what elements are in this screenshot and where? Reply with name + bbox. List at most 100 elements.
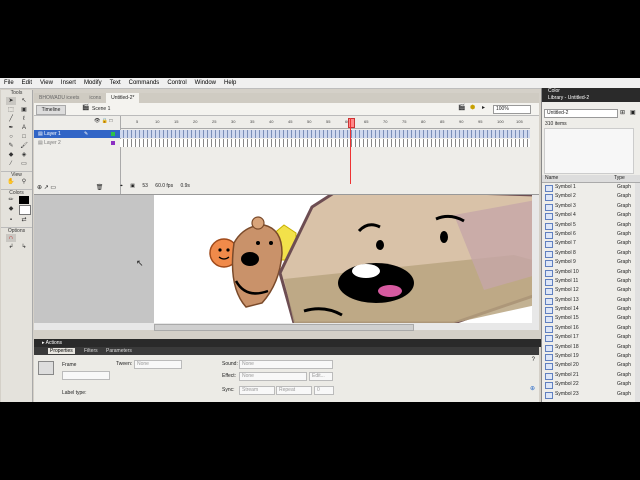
layer-row-1[interactable]: ▤ Layer 1 ✎ xyxy=(34,130,120,138)
library-item[interactable]: Symbol 8 Graph xyxy=(542,249,634,258)
line-tool-icon[interactable]: ╱ xyxy=(6,115,16,123)
pasteboard[interactable]: ↖ xyxy=(34,195,539,323)
edit-button[interactable]: Edit... xyxy=(309,372,333,381)
selection-tool-icon[interactable]: ➤ xyxy=(6,97,16,105)
delete-layer-icon[interactable]: 🗑 xyxy=(96,185,104,191)
library-item[interactable]: Symbol 17 Graph xyxy=(542,333,634,343)
stroke-color-swatch[interactable] xyxy=(19,196,29,204)
free-transform-tool-icon[interactable]: ⬚ xyxy=(6,106,16,114)
library-item[interactable]: Symbol 1 Graph xyxy=(542,183,634,192)
tab-filters[interactable]: Filters xyxy=(82,348,100,354)
scene-label[interactable]: Scene 1 xyxy=(92,106,110,112)
menu-window[interactable]: Window xyxy=(191,80,220,86)
center-frame-icon[interactable]: ⌖ xyxy=(120,183,123,189)
text-tool-icon[interactable]: A xyxy=(19,124,29,132)
stage-horizontal-scrollbar[interactable] xyxy=(34,323,539,331)
rectangle-tool-icon[interactable]: □ xyxy=(19,133,29,141)
sync-select[interactable]: Stream xyxy=(239,386,275,395)
tab-document-3[interactable]: Untitled-2* xyxy=(106,93,140,103)
repeat-select[interactable]: Repeat xyxy=(276,386,312,395)
hand-tool-icon[interactable]: ✋ xyxy=(6,178,16,186)
eyedropper-tool-icon[interactable]: ⁄ xyxy=(6,160,16,168)
menu-insert[interactable]: Insert xyxy=(57,80,80,86)
gradient-transform-tool-icon[interactable]: ▣ xyxy=(19,106,29,114)
onion-skin-icon[interactable]: ▣ xyxy=(130,183,135,189)
zoom-select[interactable]: 100% xyxy=(493,105,531,114)
pen-tool-icon[interactable]: ✒ xyxy=(6,124,16,132)
stage-vertical-scrollbar[interactable] xyxy=(532,195,539,323)
outline-swatch-icon[interactable] xyxy=(111,141,115,145)
menu-commands[interactable]: Commands xyxy=(125,80,164,86)
ink-bottle-tool-icon[interactable]: ◆ xyxy=(6,151,16,159)
pencil-tool-icon[interactable]: ✎ xyxy=(6,142,16,150)
snap-icon[interactable]: ▸ xyxy=(482,105,489,112)
repeat-count-input[interactable]: 0 xyxy=(314,386,334,395)
library-item[interactable]: Symbol 7 Graph xyxy=(542,239,634,249)
eraser-tool-icon[interactable]: ▭ xyxy=(19,160,29,168)
actions-panel-header[interactable]: ▸ Actions xyxy=(34,339,547,347)
straighten-icon[interactable]: ↳ xyxy=(19,243,29,251)
column-name[interactable]: Name xyxy=(545,175,558,181)
library-item[interactable]: Symbol 2 Graph xyxy=(542,192,634,202)
tween-select[interactable]: None xyxy=(134,360,182,369)
menu-help[interactable]: Help xyxy=(220,80,240,86)
frame-label-input[interactable] xyxy=(62,371,110,380)
frame-ruler[interactable]: 5101520253035404550556065707580859095100… xyxy=(120,118,530,129)
insert-layer-icon[interactable]: ⊕ xyxy=(37,185,42,191)
library-item[interactable]: Symbol 14 Graph xyxy=(542,305,634,315)
layer-1-frames[interactable] xyxy=(120,130,530,138)
stage-canvas[interactable] xyxy=(154,195,536,323)
paint-bucket-tool-icon[interactable]: ◈ xyxy=(19,151,29,159)
library-document-select[interactable]: Untitled-2 xyxy=(544,109,618,118)
library-item[interactable]: Symbol 13 Graph xyxy=(542,296,634,305)
fill-color-icon[interactable]: ◆ xyxy=(6,205,16,213)
library-item[interactable]: Symbol 3 Graph xyxy=(542,202,634,211)
menu-modify[interactable]: Modify xyxy=(80,80,106,86)
sound-select[interactable]: None xyxy=(239,360,333,369)
timeline-toggle-button[interactable]: Timeline xyxy=(36,105,66,115)
library-item[interactable]: Symbol 20 Graph xyxy=(542,361,634,371)
layer-2-frames[interactable] xyxy=(120,139,530,147)
smooth-icon[interactable]: ↲ xyxy=(6,243,16,251)
library-item[interactable]: Symbol 9 Graph xyxy=(542,258,634,268)
menu-text[interactable]: Text xyxy=(106,80,125,86)
pin-icon[interactable]: ⊞ xyxy=(620,109,625,116)
default-colors-icon[interactable]: ▪ xyxy=(6,216,16,224)
brush-tool-icon[interactable]: 🖌 xyxy=(19,142,29,150)
library-item[interactable]: Symbol 22 Graph xyxy=(542,380,634,390)
library-item[interactable]: Symbol 6 Graph xyxy=(542,230,634,239)
library-item[interactable]: Symbol 5 Graph xyxy=(542,221,634,230)
library-item[interactable]: Symbol 16 Graph xyxy=(542,324,634,333)
tab-document-2[interactable]: icons xyxy=(84,93,106,103)
menu-view[interactable]: View xyxy=(36,80,57,86)
swap-colors-icon[interactable]: ⇄ xyxy=(19,216,29,224)
library-item[interactable]: Symbol 12 Graph xyxy=(542,286,634,296)
library-item[interactable]: Symbol 11 Graph xyxy=(542,277,634,286)
library-item[interactable]: Symbol 10 Graph xyxy=(542,268,634,277)
snap-magnet-icon[interactable]: ∩ xyxy=(6,234,16,242)
oval-tool-icon[interactable]: ○ xyxy=(6,133,16,141)
subselection-tool-icon[interactable]: ↖ xyxy=(19,97,29,105)
library-item[interactable]: Symbol 19 Graph xyxy=(542,352,634,362)
library-item[interactable]: Symbol 21 Graph xyxy=(542,371,634,380)
tab-parameters[interactable]: Parameters xyxy=(104,348,134,354)
info-icon[interactable]: ⊕ xyxy=(530,385,535,392)
library-item[interactable]: Symbol 18 Graph xyxy=(542,343,634,352)
library-panel-header[interactable]: Library - Untitled-2 xyxy=(542,95,640,102)
insert-folder-icon[interactable]: ▭ xyxy=(50,185,56,191)
library-scrollbar[interactable] xyxy=(635,183,640,402)
stroke-color-icon[interactable]: ✏ xyxy=(6,196,16,204)
outline-swatch-icon[interactable] xyxy=(111,132,115,136)
library-item[interactable]: Symbol 23 Graph xyxy=(542,390,634,399)
color-panel-header[interactable]: Color xyxy=(542,88,640,95)
zoom-tool-icon[interactable]: ⚲ xyxy=(19,178,29,186)
edit-scene-icon[interactable]: 🎬 xyxy=(458,105,465,112)
help-icon[interactable]: ? xyxy=(532,357,535,363)
fill-color-swatch[interactable] xyxy=(19,205,31,215)
tab-document-1[interactable]: BHOWADU iceets xyxy=(34,93,84,103)
menu-control[interactable]: Control xyxy=(163,80,190,86)
effect-select[interactable]: None xyxy=(239,372,307,381)
library-item[interactable]: Symbol 15 Graph xyxy=(542,314,634,324)
menu-file[interactable]: File xyxy=(0,80,18,86)
tab-properties[interactable]: Properties xyxy=(48,348,75,354)
